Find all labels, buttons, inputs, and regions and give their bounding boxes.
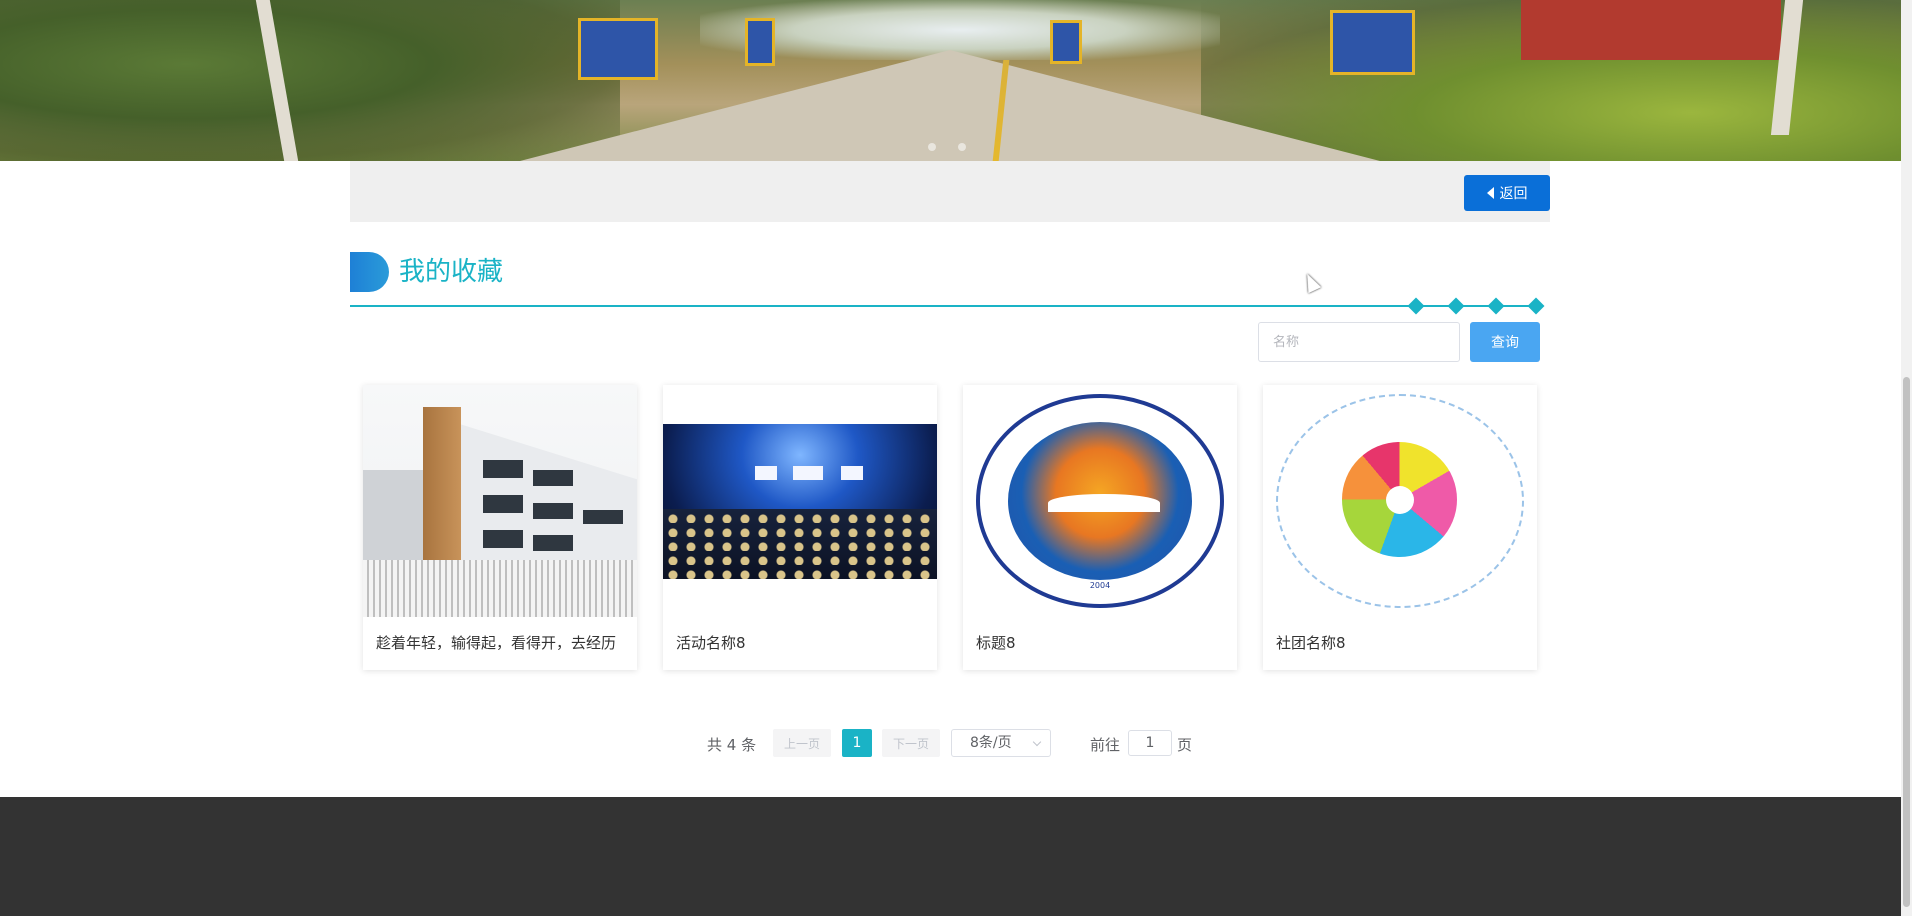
diamond-icon (1407, 297, 1425, 315)
pagination-total: 共 4 条 (707, 736, 757, 754)
favorite-card[interactable]: 趁着年轻，输得起，看得开，去经历 (363, 385, 637, 670)
pagination: 共 4 条 上一页 1 下一页 8条/页 前往 页 (0, 729, 1901, 757)
page-number-current[interactable]: 1 (842, 729, 872, 757)
carousel-dot[interactable] (958, 143, 966, 151)
scrollbar-thumb[interactable] (1903, 377, 1910, 907)
goto-label: 前往 (1090, 736, 1121, 754)
banner-bulletin-board (1330, 10, 1415, 75)
top-bar: 返回 (350, 161, 1550, 222)
prev-page-label: 上一页 (783, 736, 820, 751)
logo-year: 2004 (1089, 581, 1111, 590)
page-unit-label: 页 (1177, 736, 1193, 754)
favorite-card-title: 趁着年轻，输得起，看得开，去经历 (376, 634, 617, 652)
favorite-card-title: 社团名称8 (1276, 634, 1346, 652)
page-title: 我的收藏 (399, 257, 504, 287)
next-page-label: 下一页 (892, 736, 929, 751)
back-button[interactable]: 返回 (1464, 175, 1550, 211)
search-input[interactable] (1258, 322, 1460, 362)
caret-left-icon (1486, 187, 1494, 199)
scrollbar[interactable] (1901, 0, 1912, 916)
chevron-down-icon (1032, 737, 1042, 747)
section-title-tab (350, 252, 389, 292)
query-button[interactable]: 查询 (1470, 322, 1540, 362)
query-button-label: 查询 (1491, 335, 1519, 351)
page-size-select[interactable]: 8条/页 (951, 729, 1051, 757)
title-divider (350, 305, 1537, 307)
banner-bulletin-board (578, 18, 658, 80)
banner-building (1521, 0, 1781, 60)
diamond-icon (1487, 297, 1505, 315)
next-page-button[interactable]: 下一页 (882, 729, 940, 757)
banner-carousel[interactable] (0, 0, 1901, 161)
page-size-value: 8条/页 (970, 735, 1012, 751)
banner-bulletin-board (1050, 20, 1082, 64)
mouse-cursor (1300, 270, 1322, 294)
goto-page-input[interactable] (1128, 730, 1172, 756)
back-button-label: 返回 (1499, 186, 1528, 202)
prev-page-button[interactable]: 上一页 (773, 729, 831, 757)
diamond-icon (1527, 297, 1545, 315)
footer (0, 797, 1901, 916)
favorite-card[interactable]: 社团名称8 (1263, 385, 1537, 670)
school-of-foreign-language-logo (1263, 385, 1537, 617)
favorite-card[interactable]: 2004 标题8 (963, 385, 1237, 670)
favorite-card[interactable]: 活动名称8 (663, 385, 937, 670)
favorite-card-title: 标题8 (976, 634, 1016, 652)
campus-building-image (363, 385, 637, 617)
carousel-dot[interactable] (928, 143, 936, 151)
favorite-card-title: 活动名称8 (676, 634, 746, 652)
concert-stage-image (663, 385, 937, 617)
diamond-icon (1447, 297, 1465, 315)
carousel-indicators (928, 143, 966, 151)
work-study-center-logo: 2004 (963, 385, 1237, 617)
banner-bulletin-board (745, 18, 775, 66)
